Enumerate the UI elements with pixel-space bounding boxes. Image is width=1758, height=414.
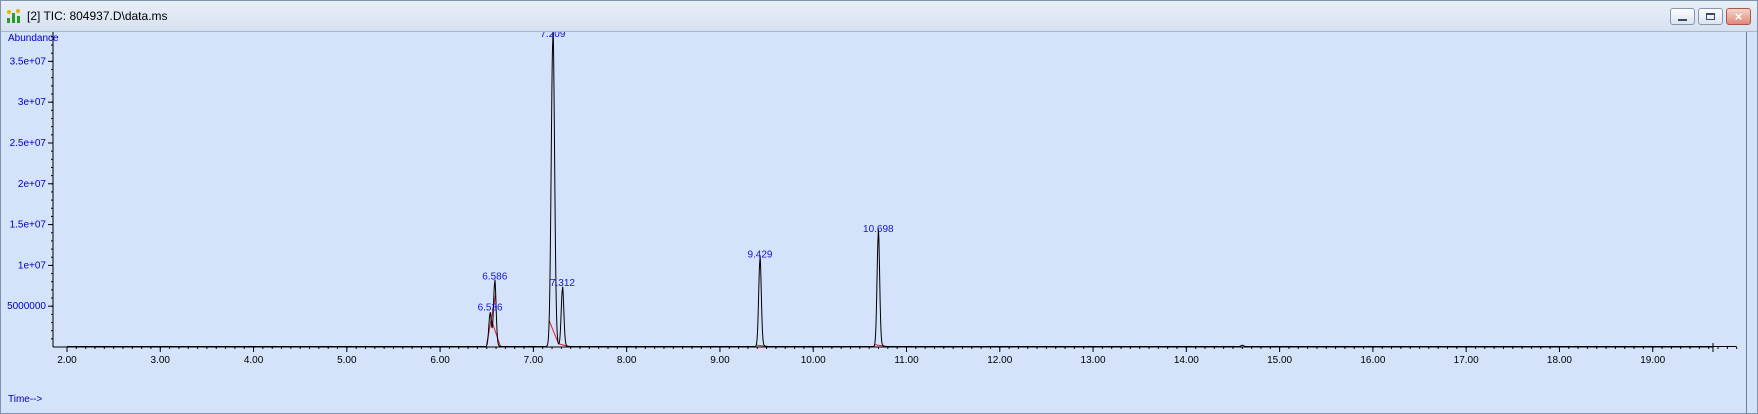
x-tick-label: 11.00 [894,355,919,366]
ticks: 5000000 1e+07 1.5e+07 2e+07 2.5e+07 3e+07 3.5e… [7,36,1738,366]
integration-baselines [485,294,884,347]
x-tick-label: 17.00 [1454,355,1479,366]
y-tick-label: 1e+07 [18,260,47,271]
y-tick-label: 3e+07 [18,97,47,108]
chromatogram-icon [7,9,20,23]
x-tick-label: 8.00 [617,355,637,366]
x-tick-label: 12.00 [987,355,1012,366]
title-bar[interactable]: [2] TIC: 804937.D\data.ms × [1,1,1757,32]
x-axis-label: Time--> [8,394,43,405]
x-tick-label: 15.00 [1267,355,1292,366]
y-tick-label: 2.5e+07 [10,138,47,149]
plot-right-border [1746,32,1747,413]
x-tick-label: 16.00 [1360,355,1385,366]
x-tick-label: 9.00 [710,355,730,366]
x-tick-label: 5.00 [337,355,357,366]
x-tick-label: 3.00 [151,355,171,366]
y-tick-label: 2e+07 [18,179,47,190]
peak-label: 6.586 [482,271,507,282]
close-icon: × [1734,9,1743,24]
y-axis-label: Abundance [8,33,59,44]
x-tick-label: 13.00 [1081,355,1106,366]
peak-label: 10.698 [863,224,894,235]
minimize-icon [1678,19,1687,21]
y-tick-label: 5000000 [7,301,46,312]
peak-label: 6.536 [478,302,503,313]
x-tick-label: 19.00 [1640,355,1665,366]
x-tick-label: 7.00 [524,355,544,366]
chromatogram-plot[interactable]: 5000000 1e+07 1.5e+07 2e+07 2.5e+07 3e+07 3.5e… [1,32,1746,413]
x-tick-label: 6.00 [430,355,450,366]
close-button[interactable]: × [1726,8,1751,25]
window-title: [2] TIC: 804937.D\data.ms [27,9,168,23]
maximize-icon [1706,13,1715,20]
tic-trace [66,32,1737,348]
chromatogram-window: [2] TIC: 804937.D\data.ms × 5000000 1e+07… [0,0,1758,414]
x-tick-label: 18.00 [1547,355,1572,366]
x-tick-label: 14.00 [1174,355,1199,366]
minimize-button[interactable] [1670,8,1695,25]
x-tick-label: 2.00 [57,355,77,366]
maximize-button[interactable] [1698,8,1723,25]
peak-label: 7.312 [550,278,575,289]
peak-labels: 6.536 6.586 7.209 7.312 9.429 10.698 [478,32,894,313]
y-tick-label: 1.5e+07 [10,220,47,231]
peak-label: 9.429 [747,249,772,260]
y-tick-label: 3.5e+07 [10,56,47,67]
peak-label: 7.209 [540,32,565,40]
axes [52,32,1713,348]
x-tick-label: 10.00 [801,355,826,366]
x-tick-label: 4.00 [244,355,264,366]
